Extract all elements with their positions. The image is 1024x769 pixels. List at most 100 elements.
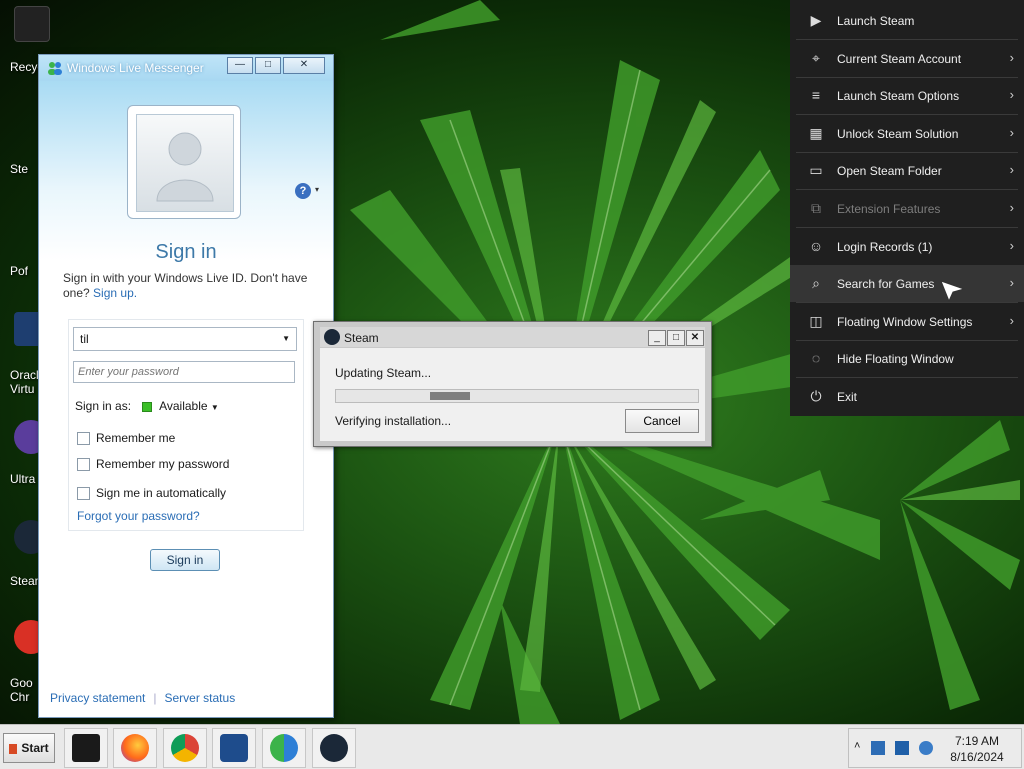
- terminal-icon: [72, 734, 100, 762]
- chevron-right-icon: ›: [1009, 313, 1014, 328]
- extension-icon: ⧉: [811, 200, 821, 216]
- minimize-button[interactable]: —: [227, 57, 253, 74]
- auto-sign-in-checkbox[interactable]: [77, 487, 90, 501]
- privacy-statement-link[interactable]: Privacy statement: [50, 691, 145, 705]
- close-button[interactable]: ✕: [686, 330, 704, 346]
- taskbar: Start ˄ 7:19 AM 8/16/2024: [0, 724, 1024, 769]
- update-progress-bar: [335, 389, 699, 403]
- clock[interactable]: 7:19 AM 8/16/2024: [947, 733, 1007, 765]
- menu-item-label: Current Steam Account: [837, 52, 962, 66]
- messenger-window-title: Windows Live Messenger: [67, 61, 204, 75]
- steam-dialog-titlebar[interactable]: Steam _ □ ✕: [320, 327, 705, 347]
- steam-icon: [320, 734, 348, 762]
- play-icon: ▶: [810, 12, 822, 28]
- steam-dialog-body: Updating Steam... Verifying installation…: [320, 348, 705, 441]
- sign-in-status-row: Sign in as: Available ▼: [75, 399, 219, 413]
- desktop-icon-label: Ultra: [10, 472, 36, 486]
- start-button[interactable]: Start: [3, 733, 55, 763]
- help-dropdown-arrow-icon[interactable]: ▾: [315, 185, 319, 194]
- steam-update-dialog: Steam _ □ ✕ Updating Steam... Verifying …: [313, 321, 712, 447]
- taskbar-app-steam[interactable]: [312, 728, 356, 768]
- close-button[interactable]: ✕: [283, 57, 325, 74]
- remember-me-label: Remember me: [96, 431, 176, 445]
- status-value: Available: [159, 399, 208, 413]
- window-icon: ◫: [809, 313, 823, 329]
- menu-item-search-for-games[interactable]: ⌕ Search for Games ›: [790, 265, 1024, 302]
- progress-fill: [430, 392, 470, 400]
- taskbar-app-chrome[interactable]: [163, 728, 207, 768]
- steam-tray-menu: ▶ Launch Steam ⌖ Current Steam Account › ≡ Lau…: [790, 0, 1024, 416]
- auto-sign-in-label: Sign me in automatically: [96, 486, 227, 500]
- chevron-right-icon: ›: [1009, 162, 1014, 177]
- default-user-avatar-icon: [156, 132, 214, 202]
- status-dropdown[interactable]: Available ▼: [159, 399, 219, 413]
- network-icon[interactable]: [871, 741, 885, 755]
- menu-item-floating-window-settings[interactable]: ◫ Floating Window Settings ›: [790, 303, 1024, 340]
- chevron-down-icon[interactable]: ▼: [282, 334, 290, 343]
- volume-icon[interactable]: [919, 741, 933, 755]
- taskbar-app-messenger[interactable]: [262, 728, 306, 768]
- password-input[interactable]: [73, 361, 295, 383]
- chevron-right-icon: ›: [1009, 238, 1014, 253]
- menu-item-label: Launch Steam Options: [837, 89, 960, 103]
- menu-item-launch-steam-options[interactable]: ≡ Launch Steam Options ›: [790, 77, 1024, 114]
- maximize-button[interactable]: □: [667, 330, 685, 346]
- messenger-icon: [270, 734, 298, 762]
- display-picture[interactable]: [127, 105, 241, 219]
- eye-off-icon: ◌: [811, 350, 821, 366]
- location-pin-icon: ⌖: [812, 50, 820, 66]
- remember-password-checkbox[interactable]: [77, 458, 90, 472]
- cancel-button[interactable]: Cancel: [625, 409, 699, 433]
- menu-item-label: Open Steam Folder: [837, 164, 942, 178]
- taskbar-app-virtualbox[interactable]: [212, 728, 256, 768]
- remember-password-row[interactable]: Remember my password: [77, 457, 229, 472]
- chevron-right-icon: ›: [1009, 50, 1014, 65]
- remember-me-checkbox[interactable]: [77, 432, 90, 446]
- chevron-right-icon: ›: [1009, 200, 1014, 215]
- clock-time: 7:19 AM: [954, 734, 1000, 748]
- menu-item-hide-floating-window[interactable]: ◌ Hide Floating Window: [790, 340, 1024, 377]
- chrome-icon: [171, 734, 199, 762]
- footer-divider: |: [153, 691, 157, 705]
- messenger-footer: Privacy statement | Server status: [50, 691, 235, 705]
- start-label: Start: [21, 741, 49, 755]
- menu-item-label: Launch Steam: [837, 14, 915, 28]
- auto-sign-in-row[interactable]: Sign me in automatically: [77, 486, 227, 501]
- sign-in-button[interactable]: Sign in: [150, 549, 220, 571]
- minimize-button[interactable]: _: [648, 330, 666, 346]
- menu-item-label: Exit: [837, 390, 858, 404]
- menu-item-unlock-steam-solution[interactable]: ▦ Unlock Steam Solution ›: [790, 115, 1024, 152]
- desktop-icon-label: Ste: [10, 162, 29, 176]
- firefox-icon: [121, 734, 149, 762]
- menu-item-extension-features: ⧉ Extension Features ›: [790, 190, 1024, 227]
- remember-me-row[interactable]: Remember me: [77, 431, 176, 446]
- taskbar-app-firefox[interactable]: [113, 728, 157, 768]
- messenger-titlebar[interactable]: Windows Live Messenger — □ ✕: [39, 55, 333, 81]
- power-icon: ⏻: [810, 388, 822, 404]
- server-status-link[interactable]: Server status: [165, 691, 236, 705]
- forgot-password-link[interactable]: Forgot your password?: [77, 509, 200, 523]
- clock-date: 8/16/2024: [950, 750, 1004, 764]
- menu-item-exit[interactable]: ⏻ Exit: [790, 378, 1024, 415]
- messenger-buddy-icon: [48, 62, 62, 75]
- show-hidden-icons-button[interactable]: ˄: [854, 740, 860, 752]
- mouse-cursor-icon: [940, 280, 966, 302]
- display-icon[interactable]: [895, 741, 909, 755]
- menu-item-launch-steam[interactable]: ▶ Launch Steam: [790, 2, 1024, 39]
- menu-item-open-steam-folder[interactable]: ▭ Open Steam Folder ›: [790, 152, 1024, 189]
- account-combobox[interactable]: til ▼: [73, 327, 297, 351]
- messenger-window: Windows Live Messenger — □ ✕ ? ▾ Sign in…: [38, 54, 334, 718]
- taskbar-app-terminal[interactable]: [64, 728, 108, 768]
- sign-up-link[interactable]: Sign up.: [93, 286, 137, 300]
- recycle-bin-icon: [14, 6, 50, 42]
- menu-item-login-records-1[interactable]: ☺ Login Records (1) ›: [790, 228, 1024, 265]
- steam-dialog-title: Steam: [344, 331, 379, 345]
- chevron-right-icon: ›: [1009, 275, 1014, 290]
- desktop-icon-recycle-bin[interactable]: Recyc: [0, 6, 50, 74]
- menu-item-current-steam-account[interactable]: ⌖ Current Steam Account ›: [790, 40, 1024, 77]
- update-status-text: Updating Steam...: [335, 366, 432, 380]
- help-icon[interactable]: ?: [295, 183, 311, 199]
- windows-logo-icon: [9, 743, 18, 754]
- menu-item-label: Extension Features: [837, 202, 941, 216]
- maximize-button[interactable]: □: [255, 57, 281, 74]
